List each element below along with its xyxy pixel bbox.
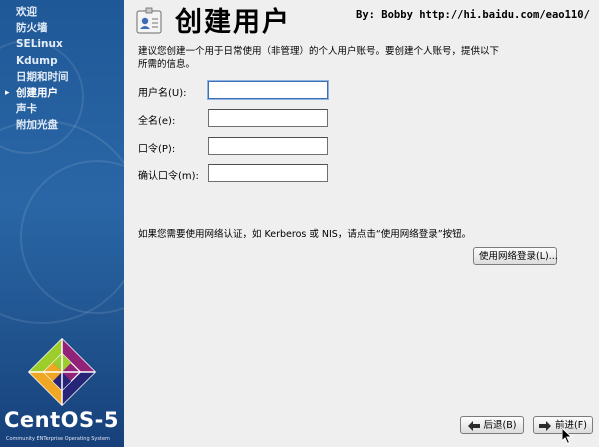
password-input[interactable]: [208, 137, 328, 155]
sidebar-step-create-user: ▸ 创建用户: [5, 85, 69, 101]
sidebar-step-kdump: Kdump: [16, 53, 69, 69]
sidebar-step-soundcard: 声卡: [16, 101, 69, 117]
step-label: 欢迎: [16, 6, 37, 18]
step-label: 创建用户: [16, 86, 58, 99]
current-step-arrow-icon: ▸: [5, 87, 10, 98]
forward-arrow-icon: [539, 420, 552, 431]
setup-steps-list: 欢迎 防火墙 SELinux Kdump 日期和时间 ▸ 创建用户 声卡 附加光盘: [5, 4, 69, 134]
sidebar-step-datetime: 日期和时间: [16, 69, 69, 85]
sidebar-step-selinux: SELinux: [16, 36, 69, 52]
step-label: Kdump: [16, 54, 58, 67]
confirm-password-input[interactable]: [208, 164, 328, 182]
step-label: 附加光盘: [16, 119, 58, 132]
password-label: 口令(P):: [138, 144, 176, 155]
centos-brand: CentOS-5: [4, 408, 119, 432]
sidebar-step-additional-cd: 附加光盘: [16, 117, 69, 133]
centos-logo-icon: [27, 338, 97, 406]
centos-tagline: Community ENTerprise Operating System: [6, 436, 110, 442]
main-panel: 创建用户 By: Bobby http://hi.baidu.com/eao11…: [124, 0, 599, 447]
back-button-label: 后退(B): [483, 420, 517, 431]
mouse-cursor-icon: [562, 428, 573, 444]
confirm-password-label: 确认口令(m):: [138, 171, 199, 182]
use-network-login-button[interactable]: 使用网络登录(L)...: [473, 247, 558, 265]
step-label: 防火墙: [16, 22, 48, 35]
intro-text: 建议您创建一个用于日常使用（非管理）的个人用户账号。要创建个人账号，提供以下所需…: [138, 46, 500, 70]
author-credit: By: Bobby http://hi.baidu.com/eao110/: [356, 9, 590, 21]
step-label: 日期和时间: [16, 70, 69, 83]
page-title: 创建用户: [175, 7, 291, 38]
sidebar-step-welcome: 欢迎: [16, 4, 69, 20]
fullname-input[interactable]: [208, 109, 328, 127]
fullname-label: 全名(e):: [138, 116, 176, 127]
step-label: SELinux: [16, 38, 63, 51]
network-auth-note: 如果您需要使用网络认证，如 Kerberos 或 NIS，请点击“使用网络登录”…: [138, 229, 472, 240]
username-label: 用户名(U):: [138, 88, 187, 99]
step-label: 声卡: [16, 103, 37, 116]
sidebar: 欢迎 防火墙 SELinux Kdump 日期和时间 ▸ 创建用户 声卡 附加光盘…: [0, 0, 124, 447]
user-badge-icon: [136, 7, 162, 34]
back-button[interactable]: 后退(B): [460, 416, 524, 434]
username-input[interactable]: [208, 81, 328, 99]
sidebar-step-firewall: 防火墙: [16, 20, 69, 36]
back-arrow-icon: [467, 420, 480, 431]
